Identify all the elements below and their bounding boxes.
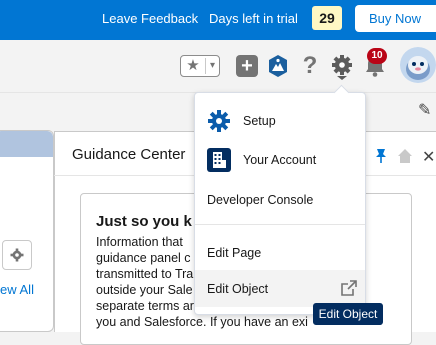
- avatar[interactable]: [400, 47, 436, 83]
- help-icon[interactable]: ?: [300, 52, 320, 80]
- setup-gear-icon: [208, 110, 230, 132]
- info-card-line: outside your Sale: [96, 283, 193, 297]
- panel-banner: [0, 131, 53, 157]
- trailhead-icon[interactable]: [266, 54, 290, 78]
- leave-feedback-link[interactable]: Leave Feedback: [102, 11, 198, 26]
- info-card-line: guidance panel c: [96, 251, 191, 265]
- trial-banner: Leave Feedback Days left in trial 29 Buy…: [0, 0, 436, 40]
- notification-badge: 10: [367, 48, 387, 64]
- view-all-link[interactable]: ew All: [0, 282, 34, 297]
- gear-icon[interactable]: [329, 52, 355, 80]
- building-icon: [207, 148, 231, 172]
- left-record-panel: [0, 130, 54, 332]
- chevron-down-icon[interactable]: ▾: [206, 56, 219, 76]
- gear-icon: [10, 248, 24, 262]
- menu-item-label: Edit Object: [207, 282, 269, 296]
- global-actions-button[interactable]: +: [236, 55, 258, 77]
- star-icon[interactable]: ★: [181, 56, 205, 76]
- info-card-line: separate terms ar: [96, 299, 194, 313]
- info-card-line: you and Salesforce. If you have an exi: [96, 315, 308, 329]
- close-icon[interactable]: ✕: [422, 147, 435, 167]
- edit-object-tooltip: Edit Object: [313, 303, 383, 325]
- astro-avatar-icon: [400, 47, 436, 83]
- info-card-line: Information that: [96, 235, 183, 249]
- external-link-icon: [341, 280, 357, 296]
- menu-item-developer-console[interactable]: Developer Console: [195, 182, 365, 218]
- pin-icon[interactable]: [374, 148, 388, 164]
- panel-settings-button[interactable]: [2, 240, 32, 270]
- info-card-line: transmitted to Tra: [96, 267, 194, 281]
- guidance-center-title: Guidance Center: [72, 146, 186, 163]
- menu-item-edit-object[interactable]: Edit Object: [195, 270, 365, 307]
- days-left-label: Days left in trial: [209, 11, 298, 26]
- menu-item-edit-page[interactable]: Edit Page: [195, 235, 365, 271]
- home-icon[interactable]: [397, 148, 413, 164]
- menu-item-label: Your Account: [243, 153, 317, 167]
- buy-now-button[interactable]: Buy Now: [355, 5, 436, 32]
- favorites-button[interactable]: ★ ▾: [180, 55, 220, 77]
- menu-item-label: Setup: [243, 114, 276, 128]
- menu-item-label: Edit Page: [207, 246, 262, 260]
- edit-nav-icon[interactable]: ✎: [418, 100, 436, 119]
- info-card-heading: Just so you k: [96, 213, 192, 230]
- menu-item-label: Developer Console: [207, 193, 314, 207]
- days-left-count: 29: [312, 6, 342, 30]
- menu-divider: [195, 224, 365, 225]
